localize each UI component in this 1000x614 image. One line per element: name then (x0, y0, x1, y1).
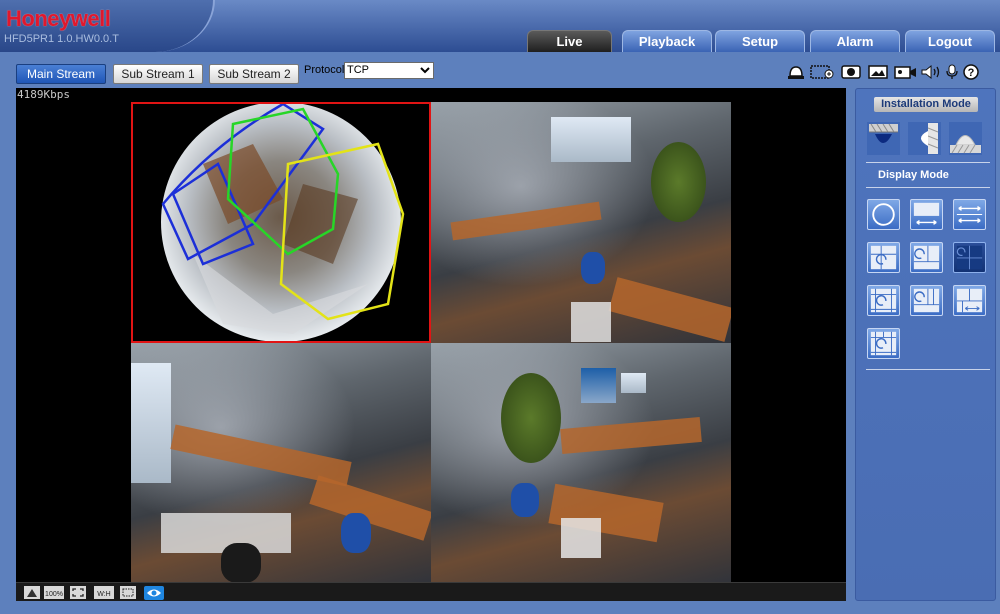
camera-image (131, 343, 431, 584)
zoom-box-icon[interactable] (120, 586, 136, 599)
alarm-bell-icon[interactable] (786, 63, 806, 81)
microphone-icon[interactable] (944, 63, 960, 81)
brand-logo: Honeywell (6, 6, 111, 31)
panel-divider (866, 369, 990, 370)
dewarped-view-tile-3[interactable] (431, 343, 731, 584)
fisheye-image (161, 104, 405, 341)
video-viewport[interactable]: 4189Kbps (16, 88, 846, 601)
clear-icon[interactable] (24, 586, 40, 599)
record-icon[interactable] (841, 63, 861, 81)
protocol-label: Protocol (304, 64, 345, 76)
panel-divider (866, 187, 990, 188)
mode-2p-icon[interactable] (910, 242, 943, 273)
mode-1p6-icon[interactable] (910, 285, 943, 316)
dewarped-view-tile-2[interactable] (131, 343, 431, 584)
tab-playback[interactable]: Playback (622, 30, 712, 52)
speaker-icon[interactable] (920, 63, 942, 81)
installation-mode-title: Installation Mode (874, 97, 978, 112)
protocol-select[interactable]: TCP (344, 62, 434, 79)
ratio-label: 100% (45, 591, 63, 598)
bitrate-readout: 4189Kbps (17, 88, 70, 101)
mode-1p3-selected-icon[interactable] (953, 242, 986, 273)
panel-divider (866, 162, 990, 163)
mode-4p-icon[interactable] (953, 285, 986, 316)
header-bar: Honeywell HFD5PR1 1.0.HW0.0.T Live Playb… (0, 0, 1000, 52)
fisheye-view-tile[interactable] (131, 102, 431, 343)
tab-live[interactable]: Live (527, 30, 612, 52)
chevron-down-icon (420, 63, 430, 82)
device-model: HFD5PR1 1.0.HW0.0.T (4, 33, 119, 45)
ground-mount-icon[interactable] (949, 122, 982, 155)
mode-1p1-icon[interactable] (867, 242, 900, 273)
mode-fisheye-icon[interactable] (867, 199, 900, 230)
video-record-icon[interactable] (894, 63, 918, 81)
snapshot-icon[interactable] (868, 63, 888, 81)
mode-1p4-icon[interactable] (867, 285, 900, 316)
dewarped-view-tile-1[interactable] (431, 102, 731, 343)
camera-image (431, 343, 731, 584)
ratio-100-icon[interactable]: 100% (44, 586, 64, 599)
wh-ratio-icon[interactable]: W:H (94, 586, 114, 599)
camera-image (431, 102, 731, 343)
display-mode-title: Display Mode (878, 169, 949, 181)
protocol-value: TCP (347, 64, 369, 76)
zoom-icon[interactable] (810, 63, 836, 81)
main-stream-button[interactable]: Main Stream (16, 64, 106, 84)
wh-label: W:H (97, 591, 110, 598)
mode-dual-panorama-icon[interactable] (953, 199, 986, 230)
wall-mount-icon[interactable] (908, 122, 941, 155)
help-icon[interactable]: ? (962, 63, 980, 81)
fisheye-settings-panel: Installation Mode Display Mode (855, 88, 996, 601)
tab-logout[interactable]: Logout (905, 30, 995, 52)
sub-stream-1-button[interactable]: Sub Stream 1 (113, 64, 203, 84)
video-bottom-toolbar: 100% W:H (16, 582, 846, 601)
svg-text:?: ? (968, 67, 975, 79)
stream-toolbar: Main Stream Sub Stream 1 Sub Stream 2 Pr… (0, 52, 1000, 88)
mode-1p8-icon[interactable] (867, 328, 900, 359)
mode-panorama-icon[interactable] (910, 199, 943, 230)
sub-stream-2-button[interactable]: Sub Stream 2 (209, 64, 299, 84)
tab-alarm[interactable]: Alarm (810, 30, 900, 52)
eye-icon[interactable] (144, 585, 164, 600)
fullscreen-icon[interactable] (70, 586, 86, 599)
ceiling-mount-icon[interactable] (867, 122, 900, 155)
tab-setup[interactable]: Setup (715, 30, 805, 52)
